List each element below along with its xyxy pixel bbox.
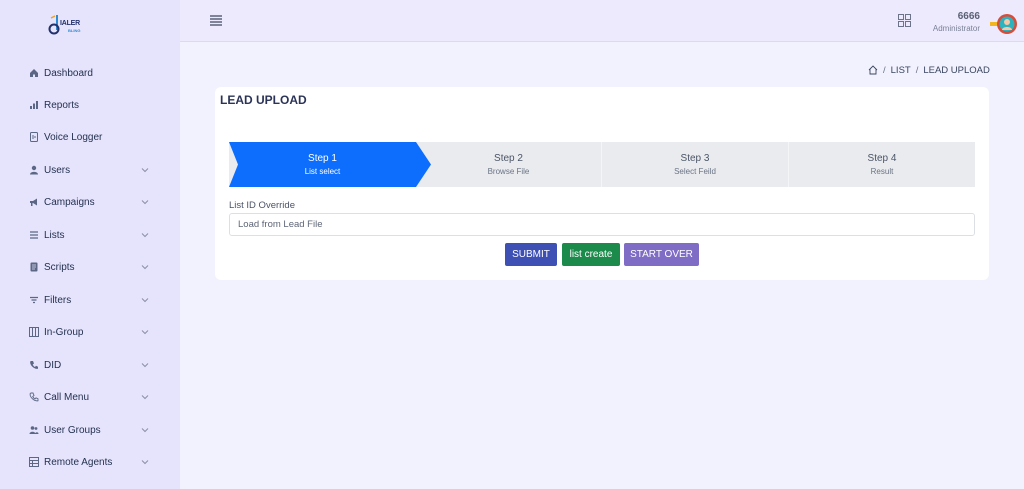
step-title: Step 3 — [680, 153, 710, 164]
breadcrumb-list[interactable]: LIST — [891, 65, 911, 76]
sidebar-item-call-menu[interactable]: Call Menu — [0, 382, 180, 412]
sidebar-item-lists[interactable]: Lists — [0, 220, 180, 250]
filter-icon — [29, 295, 39, 305]
list-id-override-input[interactable] — [229, 213, 975, 236]
sidebar-item-users[interactable]: Users — [0, 155, 180, 185]
top-bar: 6666 Administrator — [180, 0, 1024, 42]
sidebar-item-scripts[interactable]: Scripts — [0, 252, 180, 282]
sidebar-item-label: User Groups — [44, 424, 101, 436]
sidebar-item-did[interactable]: DID — [0, 350, 180, 380]
sidebar-item-campaigns[interactable]: Campaigns — [0, 187, 180, 217]
step-title: Step 2 — [494, 153, 523, 164]
sidebar-item-label: Filters — [44, 294, 72, 306]
chevron-down-icon — [141, 363, 149, 368]
sidebar-item-in-group[interactable]: In-Group — [0, 317, 180, 347]
chevron-down-icon — [141, 233, 149, 238]
columns-icon — [29, 327, 39, 337]
page-title: LEAD UPLOAD — [220, 93, 307, 107]
app-logo[interactable]: IALER BLING — [48, 14, 90, 38]
start-over-button[interactable]: START OVER — [624, 243, 699, 266]
sidebar-item-label: DID — [44, 359, 62, 371]
breadcrumb-separator: / — [883, 64, 886, 76]
avatar[interactable] — [990, 12, 1018, 36]
menu-toggle-icon[interactable] — [210, 15, 222, 26]
breadcrumb-separator: / — [915, 64, 919, 76]
chevron-down-icon — [141, 428, 149, 433]
phone-icon — [29, 360, 39, 370]
chevron-down-icon — [141, 330, 149, 335]
chevron-down-icon — [141, 460, 149, 465]
lead-upload-card: LEAD UPLOAD Step 1 List select Step 2 Br… — [215, 87, 989, 280]
sidebar-item-remote-agents[interactable]: Remote Agents — [0, 447, 180, 477]
sidebar-item-label: In-Group — [44, 326, 84, 338]
logo-subtext: BLING — [68, 28, 81, 33]
list-id-override-label: List ID Override — [229, 200, 295, 211]
sidebar-item-filters[interactable]: Filters — [0, 285, 180, 315]
step-wizard: Step 1 List select Step 2 Browse File St… — [229, 142, 975, 187]
sidebar-item-label: Campaigns — [44, 196, 95, 208]
list-icon — [29, 230, 39, 240]
sidebar-item-label: Call Menu — [44, 391, 90, 403]
apps-grid-icon[interactable] — [898, 14, 911, 27]
document-audio-icon — [29, 132, 39, 142]
chevron-down-icon — [141, 265, 149, 270]
home-icon[interactable] — [868, 65, 878, 75]
phone-outline-icon — [29, 392, 39, 402]
step-4[interactable]: Step 4 Result — [789, 142, 975, 187]
user-role: Administrator — [932, 24, 980, 33]
step-3[interactable]: Step 3 Select Feild — [602, 142, 788, 187]
list-create-button[interactable]: list create — [562, 243, 620, 266]
sidebar-item-label: Reports — [44, 99, 80, 111]
megaphone-icon — [29, 197, 39, 207]
submit-button[interactable]: SUBMIT — [505, 243, 557, 266]
user-icon — [29, 165, 39, 175]
sidebar-item-label: Remote Agents — [44, 456, 113, 468]
user-name: 6666 — [957, 11, 980, 22]
sidebar-item-label: Voice Logger — [44, 131, 103, 143]
breadcrumb: / LIST / LEAD UPLOAD — [868, 64, 990, 76]
step-1[interactable]: Step 1 List select — [229, 142, 416, 187]
chevron-down-icon — [141, 298, 149, 303]
sidebar-item-voice-logger[interactable]: Voice Logger — [0, 122, 180, 152]
users-icon — [29, 425, 39, 435]
home-icon — [29, 68, 39, 78]
sidebar-item-label: Users — [44, 164, 71, 176]
step-subtitle: Browse File — [487, 167, 530, 176]
sidebar-item-label: Lists — [44, 229, 65, 241]
sidebar-item-label: Dashboard — [44, 67, 93, 79]
chevron-down-icon — [141, 395, 149, 400]
sidebar-item-reports[interactable]: Reports — [0, 90, 180, 120]
sidebar-item-user-groups[interactable]: User Groups — [0, 415, 180, 445]
sidebar-item-dashboard[interactable]: Dashboard — [0, 58, 180, 88]
step-2[interactable]: Step 2 Browse File — [416, 142, 601, 187]
breadcrumb-current: LEAD UPLOAD — [923, 64, 990, 76]
sidebar: IALER BLING Dashboard Reports Voice Logg… — [0, 0, 180, 489]
step-title: Step 1 — [308, 153, 337, 164]
table-icon — [29, 457, 39, 467]
logo-text: IALER — [60, 20, 81, 27]
sidebar-item-label: Scripts — [44, 261, 75, 273]
script-icon — [29, 262, 39, 272]
step-title: Step 4 — [867, 153, 897, 164]
chevron-down-icon — [141, 200, 149, 205]
step-subtitle: Result — [870, 167, 894, 176]
chevron-down-icon — [141, 168, 149, 173]
bar-chart-icon — [29, 100, 39, 110]
step-subtitle: Select Feild — [674, 167, 716, 176]
step-subtitle: List select — [304, 167, 341, 176]
